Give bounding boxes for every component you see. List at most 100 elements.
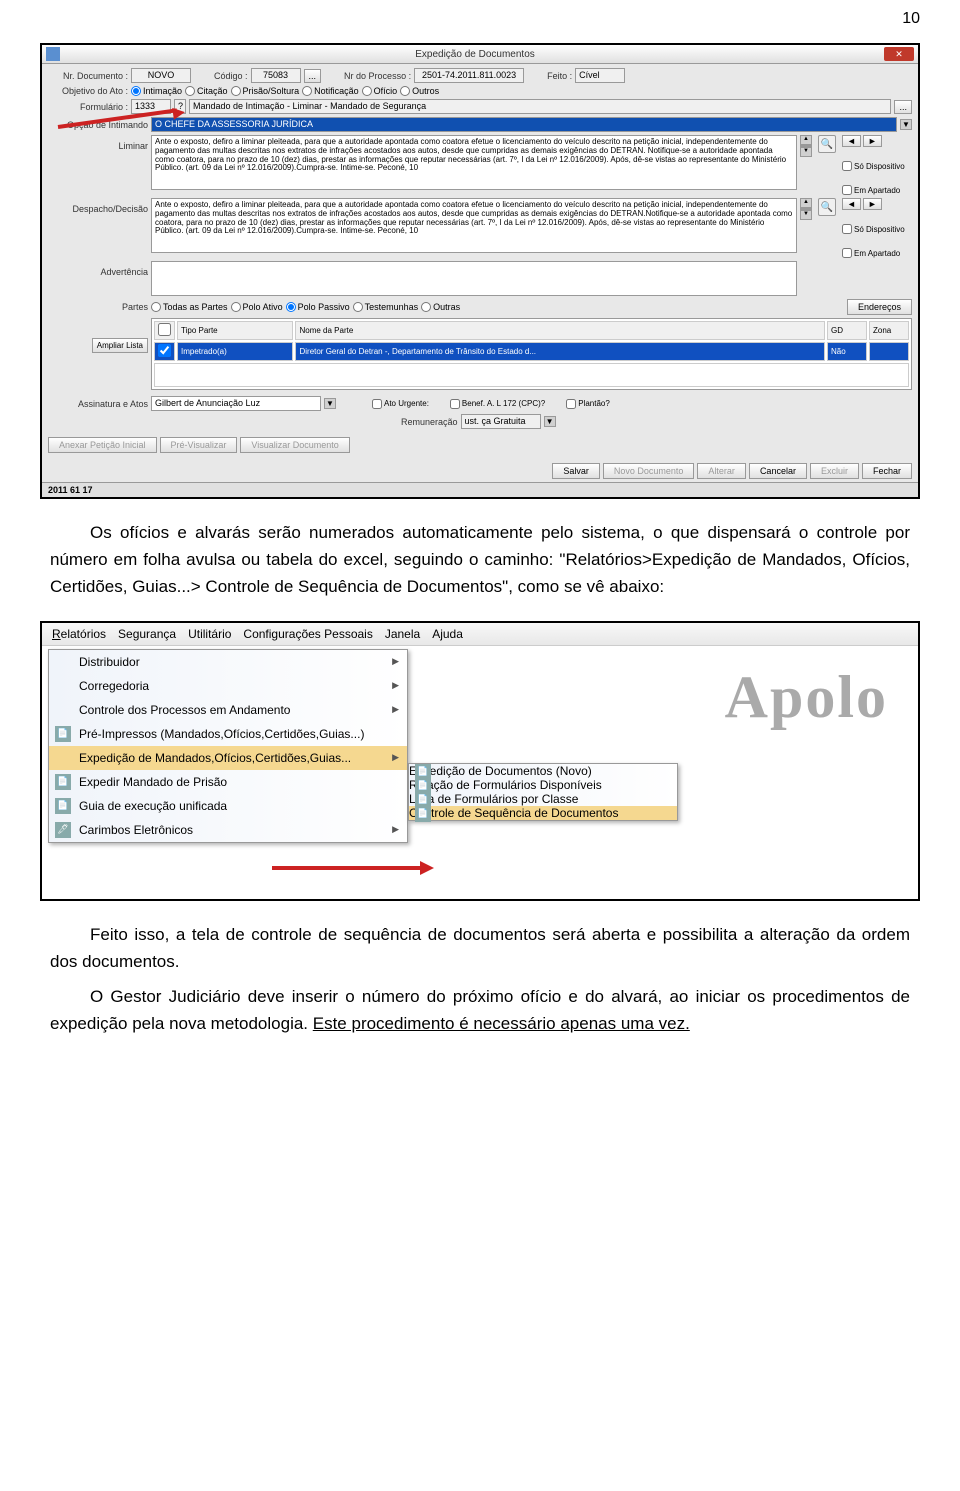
- radio-intimacao[interactable]: Intimação: [131, 86, 182, 96]
- submenu-arrow-icon: ▶: [392, 824, 399, 835]
- menu-item-pre-impressos[interactable]: 📄Pré-Impressos (Mandados,Ofícios,Certidõ…: [49, 722, 407, 746]
- radio-testemunhas[interactable]: Testemunhas: [353, 302, 419, 312]
- red-arrow-annotation: [272, 866, 422, 870]
- anexar-button[interactable]: Anexar Petição Inicial: [48, 437, 157, 453]
- menu-ajuda[interactable]: Ajuda: [432, 627, 463, 641]
- radio-citacao[interactable]: Citação: [185, 86, 228, 96]
- document-icon: 📄: [55, 726, 71, 742]
- check-all[interactable]: [158, 323, 171, 336]
- dropdown-icon[interactable]: ▼: [544, 416, 556, 427]
- formulario-lookup-button[interactable]: ...: [894, 100, 912, 114]
- liminar-textarea[interactable]: Ante o exposto, defiro a liminar pleitea…: [151, 135, 797, 190]
- scroll-down-icon[interactable]: ▼: [800, 147, 812, 157]
- magnify-icon[interactable]: 🔍: [818, 135, 836, 153]
- document-icon: 📄: [415, 806, 431, 822]
- check-plantao[interactable]: Plantão?: [566, 399, 610, 409]
- radio-todas-partes[interactable]: Todas as Partes: [151, 302, 228, 312]
- th-tipo-parte: Tipo Parte: [177, 321, 293, 340]
- scroll-down-icon[interactable]: ▼: [800, 210, 812, 220]
- paragraph-1: Os ofícios e alvarás serão numerados aut…: [50, 519, 910, 601]
- menu-item-corregedoria[interactable]: Corregedoria▶: [49, 674, 407, 698]
- check-em-apartado-2[interactable]: Em Apartado: [842, 248, 912, 258]
- lbl-nr-processo: Nr do Processo :: [344, 71, 411, 81]
- codigo-lookup-button[interactable]: ...: [304, 69, 322, 83]
- advertencia-textarea[interactable]: [151, 261, 797, 296]
- dropdown-icon[interactable]: ▼: [900, 119, 912, 130]
- intimando-field[interactable]: O CHEFE DA ASSESSORIA JURÍDICA: [151, 117, 897, 132]
- menu-janela[interactable]: Janela: [385, 627, 420, 641]
- menu-relatorios[interactable]: Relatórios: [52, 627, 106, 641]
- submenu-item-lista[interactable]: 📄Lista de Formulários por Classe: [409, 792, 677, 806]
- menu-item-carimbos[interactable]: 🖊Carimbos Eletrônicos▶: [49, 818, 407, 842]
- menu-seguranca[interactable]: Segurança: [118, 627, 176, 641]
- radio-outras[interactable]: Outras: [421, 302, 460, 312]
- radio-outros[interactable]: Outros: [400, 86, 439, 96]
- partes-table[interactable]: Tipo Parte Nome da Parte GD Zona Impetra…: [151, 318, 912, 390]
- prev-button[interactable]: ◄: [842, 198, 861, 210]
- lbl-despacho: Despacho/Decisão: [48, 204, 148, 214]
- next-button[interactable]: ►: [863, 135, 882, 147]
- scroll-up-icon[interactable]: ▲: [800, 198, 812, 208]
- menu-item-distribuidor[interactable]: Distribuidor▶: [49, 650, 407, 674]
- previsualizar-button[interactable]: Pré-Visualizar: [160, 437, 238, 453]
- lbl-objetivo: Objetivo do Ato :: [48, 86, 128, 96]
- table-row[interactable]: Impetrado(a) Diretor Geral do Detran -, …: [154, 342, 909, 361]
- check-benef[interactable]: Benef. A. L 172 (CPC)?: [450, 399, 545, 409]
- enderecos-button[interactable]: Endereços: [847, 299, 912, 315]
- table-row[interactable]: [154, 363, 909, 387]
- lbl-codigo: Código :: [214, 71, 248, 81]
- paragraph-3: O Gestor Judiciário deve inserir o númer…: [50, 983, 910, 1037]
- check-so-dispositivo-2[interactable]: Só Dispositivo: [842, 224, 912, 234]
- menu-item-controle-processos[interactable]: Controle dos Processos em Andamento▶: [49, 698, 407, 722]
- menu-window: Relatórios Segurança Utilitário Configur…: [40, 621, 920, 901]
- radio-polo-ativo[interactable]: Polo Ativo: [231, 302, 283, 312]
- app-icon: [46, 47, 60, 61]
- menu-utilitario[interactable]: Utilitário: [188, 627, 231, 641]
- formulario-desc-field: Mandado de Intimação - Liminar - Mandado…: [189, 99, 891, 114]
- menu-item-guia-exec[interactable]: 📄Guia de execução unificada: [49, 794, 407, 818]
- titlebar: Expedição de Documentos ✕: [42, 45, 918, 64]
- nr-documento-field: NOVO: [131, 68, 191, 83]
- remuneracao-field: ust. ça Gratuita: [461, 414, 541, 429]
- ampliar-lista-button[interactable]: Ampliar Lista: [92, 338, 148, 353]
- expedicao-window: Expedição de Documentos ✕ Nr. Documento …: [40, 43, 920, 499]
- submenu-arrow-icon: ▶: [392, 656, 399, 667]
- submenu-item-controle-seq[interactable]: 📄Controle de Sequência de Documentos: [409, 806, 677, 820]
- radio-oficio[interactable]: Ofício: [362, 86, 398, 96]
- menu-item-expedir-prisao[interactable]: 📄Expedir Mandado de Prisão: [49, 770, 407, 794]
- prev-button[interactable]: ◄: [842, 135, 861, 147]
- scroll-up-icon[interactable]: ▲: [800, 135, 812, 145]
- stamp-icon: 🖊: [55, 822, 71, 838]
- radio-prisao[interactable]: Prisão/Soltura: [231, 86, 300, 96]
- row-check[interactable]: [158, 344, 171, 357]
- lbl-feito: Feito :: [547, 71, 572, 81]
- menu-config[interactable]: Configurações Pessoais: [243, 627, 372, 641]
- check-ato-urgente[interactable]: Ato Urgente:: [372, 399, 429, 409]
- close-icon[interactable]: ✕: [884, 47, 914, 61]
- submenu-item-exped-doc[interactable]: 📄Expedição de Documentos (Novo): [409, 764, 677, 778]
- dropdown-icon[interactable]: ▼: [324, 398, 336, 409]
- excluir-button[interactable]: Excluir: [810, 463, 859, 479]
- document-icon: 📄: [55, 774, 71, 790]
- novo-button[interactable]: Novo Documento: [603, 463, 695, 479]
- submenu-arrow-icon: ▶: [392, 704, 399, 715]
- check-so-dispositivo[interactable]: Só Dispositivo: [842, 161, 912, 171]
- menu-item-expedicao[interactable]: Expedição de Mandados,Ofícios,Certidões,…: [49, 746, 407, 770]
- salvar-button[interactable]: Salvar: [552, 463, 600, 479]
- despacho-textarea[interactable]: Ante o exposto, defiro a liminar pleitea…: [151, 198, 797, 253]
- cancelar-button[interactable]: Cancelar: [749, 463, 807, 479]
- submenu-item-relacao[interactable]: 📄Relação de Formulários Disponíveis: [409, 778, 677, 792]
- assinatura-field[interactable]: Gilbert de Anunciação Luz: [151, 396, 321, 411]
- dropdown-relatorios: Distribuidor▶ Corregedoria▶ Controle dos…: [48, 649, 408, 843]
- alterar-button[interactable]: Alterar: [697, 463, 746, 479]
- menubar: Relatórios Segurança Utilitário Configur…: [42, 623, 918, 646]
- magnify-icon[interactable]: 🔍: [818, 198, 836, 216]
- lbl-partes: Partes: [48, 302, 148, 312]
- radio-notificacao[interactable]: Notificação: [302, 86, 359, 96]
- lbl-nr-documento: Nr. Documento :: [48, 71, 128, 81]
- next-button[interactable]: ►: [863, 198, 882, 210]
- radio-polo-passivo[interactable]: Polo Passivo: [286, 302, 350, 312]
- check-em-apartado[interactable]: Em Apartado: [842, 185, 912, 195]
- fechar-button[interactable]: Fechar: [862, 463, 912, 479]
- visualizar-button[interactable]: Visualizar Documento: [240, 437, 349, 453]
